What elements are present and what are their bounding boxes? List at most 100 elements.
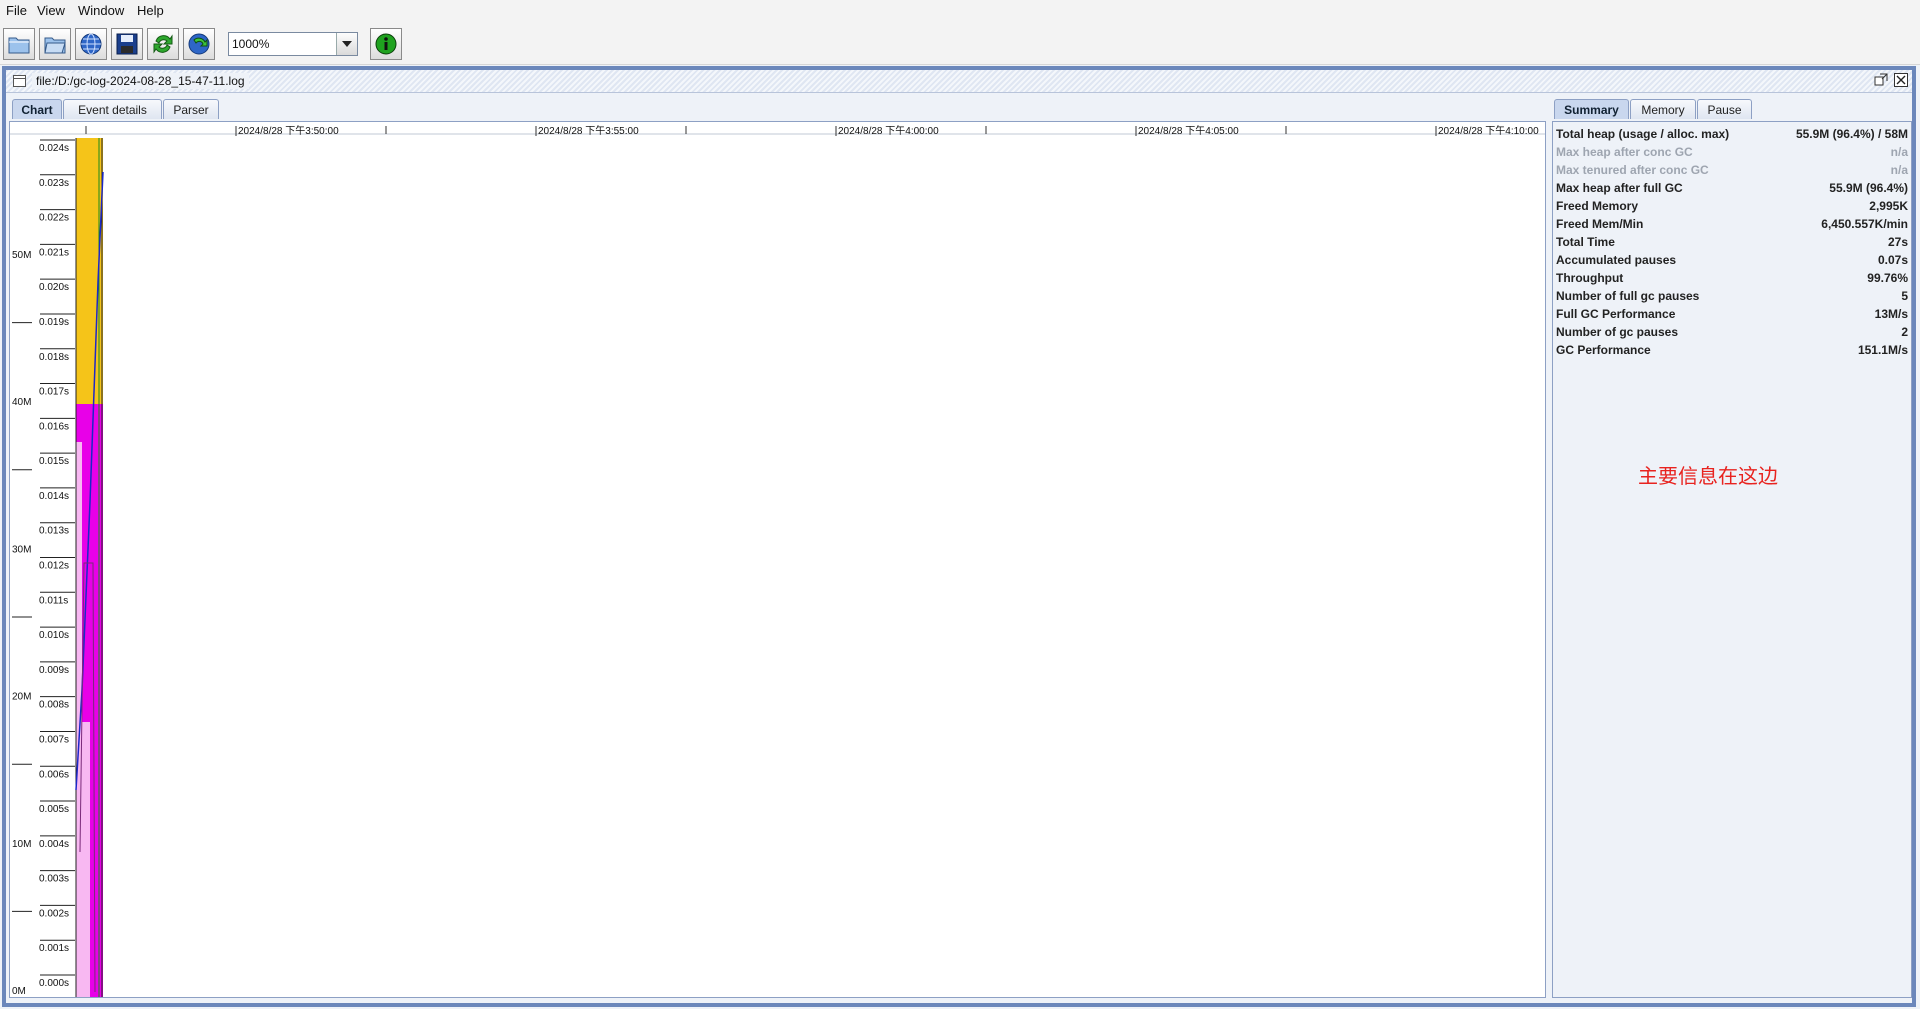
summary-value: 27s [1887,235,1908,249]
annotation-text: 主要信息在这边 [1638,466,1778,488]
summary-row: Max heap after full GC 55.9M (96.4%) [1556,179,1910,197]
tab-event-details[interactable]: Event details [63,99,162,119]
pause-tick-label: 0.008s [39,700,69,711]
summary-value: 2,995K [1869,199,1908,213]
summary-label: Full GC Performance [1556,307,1676,321]
pause-tick-label: 0.017s [39,387,69,398]
pause-tick-label: 0.003s [39,874,69,885]
memory-tick-label: 30M [12,544,31,555]
zoom-input[interactable] [229,33,337,55]
pause-tick-label: 0.019s [39,317,69,328]
summary-value: 6,450.557K/min [1821,217,1908,231]
refresh-button[interactable] [147,28,179,60]
summary-label: GC Performance [1556,343,1651,357]
summary-label: Total Time [1556,235,1615,249]
log-frame: file:/D:/gc-log-2024-08-28_15-47-11.log … [2,66,1916,1007]
zoom-select[interactable] [228,32,358,56]
pause-tick-label: 0.013s [39,526,69,537]
summary-row: Max heap after conc GC n/a [1556,143,1910,161]
restore-icon[interactable] [1874,73,1888,87]
document-icon [13,75,26,87]
summary-value: 13M/s [1874,307,1908,321]
pause-tick-label: 0.023s [39,178,69,189]
open-folder-button[interactable] [39,28,71,60]
gc-chart[interactable]: 2024/8/28 下午3:50:00 2024/8/28 下午3:55:00 20… [9,121,1546,998]
summary-label: Freed Memory [1556,199,1639,213]
summary-row: Max tenured after conc GC n/a [1556,161,1910,179]
frame-title: file:/D:/gc-log-2024-08-28_15-47-11.log [32,73,249,89]
summary-row: Full GC Performance 13M/s [1556,305,1910,323]
menu-window[interactable]: Window [78,3,124,18]
memory-tick-label: 20M [12,692,31,703]
tab-memory[interactable]: Memory [1630,99,1696,119]
summary-row: Number of gc pauses 2 [1556,323,1910,341]
open-url-icon [80,33,102,55]
summary-row: Accumulated pauses 0.07s [1556,251,1910,269]
summary-row: Total heap (usage / alloc. max) 55.9M (96… [1556,125,1910,143]
menu-help[interactable]: Help [137,3,164,18]
chevron-down-icon[interactable] [336,33,357,55]
tab-chart[interactable]: Chart [12,99,62,119]
pause-tick-label: 0.024s [39,143,69,154]
pause-tick-label: 0.010s [39,630,69,641]
x-tick-label: 2024/8/28 下午4:05:00 [1138,124,1239,137]
pause-tick-label: 0.014s [39,491,69,502]
memory-tick-label: 0M [12,986,26,997]
summary-label: Number of gc pauses [1556,325,1679,339]
close-icon[interactable] [1894,73,1908,87]
watch-icon [188,33,210,55]
open-folder-icon [44,37,66,54]
frame-title-bar[interactable]: file:/D:/gc-log-2024-08-28_15-47-11.log [6,70,1912,93]
pause-tick-label: 0.000s [39,978,69,989]
summary-row: Number of full gc pauses 5 [1556,287,1910,305]
x-tick-label: 2024/8/28 下午3:55:00 [538,124,639,137]
pause-tick-label: 0.004s [39,839,69,850]
tab-pause[interactable]: Pause [1697,99,1752,119]
pause-tick-label: 0.002s [39,908,69,919]
watch-button[interactable] [183,28,215,60]
summary-label: Max heap after full GC [1556,181,1683,195]
summary-label: Max heap after conc GC [1556,145,1693,159]
pause-tick-label: 0.001s [39,943,69,954]
open-url-button[interactable] [75,28,107,60]
summary-value: 55.9M (96.4%) / 58M [1795,127,1908,141]
open-file-button[interactable] [3,28,35,60]
pause-tick-label: 0.021s [39,247,69,258]
gc-chart-canvas: 2024/8/28 下午3:50:00 2024/8/28 下午3:55:00 20… [10,124,1545,997]
summary-label: Freed Mem/Min [1556,217,1644,231]
pause-tick-label: 0.005s [39,804,69,815]
summary-value: n/a [1890,163,1908,177]
pause-tick-label: 0.020s [39,282,69,293]
summary-value: n/a [1890,145,1908,159]
open-file-icon [8,37,30,54]
summary-value: 151.1M/s [1857,343,1908,357]
info-icon [375,33,397,55]
menu-file[interactable]: File [6,3,27,18]
summary-label: Total heap (usage / alloc. max) [1556,127,1730,141]
info-button[interactable] [370,28,402,60]
menu-view[interactable]: View [37,3,65,18]
x-tick-label: 2024/8/28 下午4:00:00 [838,124,939,137]
summary-label: Throughput [1556,271,1624,285]
summary-row: Throughput 99.76% [1556,269,1910,287]
refresh-icon [153,34,173,54]
tab-summary[interactable]: Summary [1554,99,1629,119]
summary-row: Freed Memory 2,995K [1556,197,1910,215]
save-button[interactable] [111,28,143,60]
tab-parser[interactable]: Parser [163,99,219,119]
summary-value: 99.76% [1867,271,1908,285]
summary-value: 55.9M (96.4%) [1829,181,1908,195]
menu-bar: File View Window Help [0,0,1920,20]
summary-row: Total Time 27s [1556,233,1910,251]
summary-label: Accumulated pauses [1556,253,1677,267]
pause-tick-label: 0.016s [39,421,69,432]
summary-value: 0.07s [1877,253,1908,267]
summary-value: 5 [1901,289,1908,303]
memory-tick-label: 50M [12,250,31,261]
summary-row: GC Performance 151.1M/s [1556,341,1910,359]
pause-tick-label: 0.006s [39,769,69,780]
summary-panel: Total heap (usage / alloc. max) 55.9M (96… [1552,121,1912,998]
pause-tick-label: 0.015s [39,456,69,467]
pause-tick-label: 0.009s [39,665,69,676]
memory-tick-label: 10M [12,839,31,850]
